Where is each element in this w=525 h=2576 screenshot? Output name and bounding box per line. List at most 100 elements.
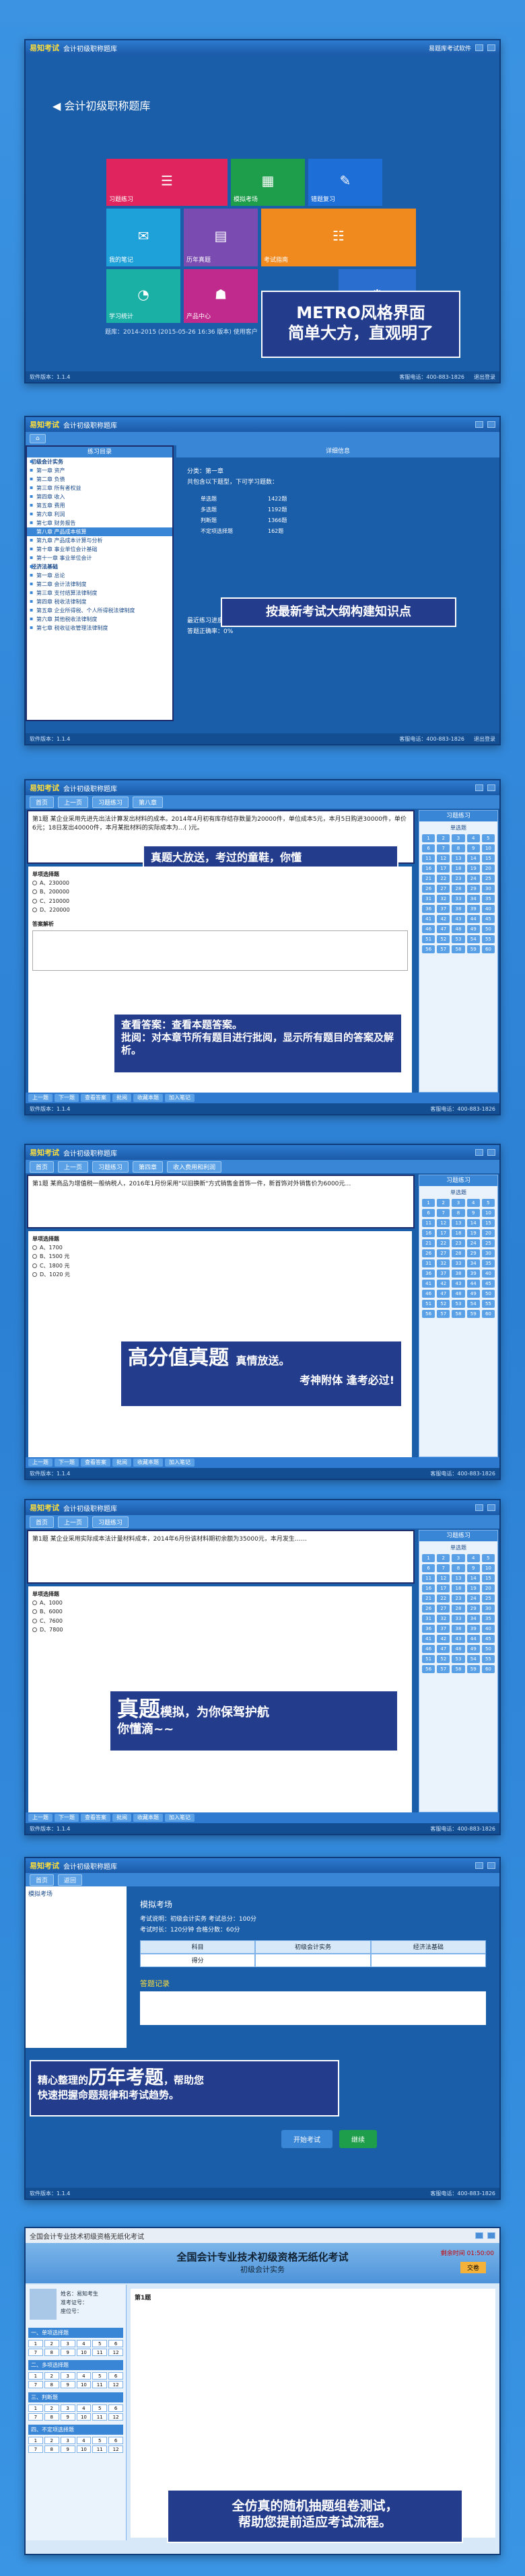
question-number[interactable]: 54 [466,935,480,943]
radio-button[interactable] [32,1600,37,1606]
submit-button[interactable]: 交卷 [460,2262,486,2273]
radio-button[interactable] [32,1245,37,1251]
radio-button[interactable] [32,881,37,886]
question-number[interactable]: 26 [422,885,435,893]
tile-4[interactable]: ✉ 我的笔记 [106,209,180,266]
question-number[interactable]: 38 [452,1625,465,1633]
question-number[interactable]: 44 [466,1280,480,1288]
home-button[interactable]: 首页 [30,1874,55,1886]
question-number[interactable]: 31 [422,1259,435,1267]
minimize-button[interactable] [475,1149,483,1156]
start-exam-button[interactable]: 开始考试 [281,2130,332,2148]
toolbar-button[interactable]: 收藏本题 [133,1814,163,1822]
question-number[interactable]: 45 [481,1280,495,1288]
option-item[interactable]: C、7600 [32,1617,408,1625]
toolbar-button[interactable]: 下一题 [55,1814,79,1822]
close-button[interactable] [487,44,495,51]
question-number[interactable]: 47 [437,1290,450,1298]
question-number[interactable]: 10 [481,844,495,852]
question-number[interactable]: 4 [466,1199,480,1207]
question-number[interactable]: 54 [466,1655,480,1663]
question-number[interactable]: 37 [437,905,450,913]
question-number[interactable]: 34 [466,1615,480,1623]
tree-item[interactable]: 第二章 会计法律制度 [27,580,172,589]
question-number[interactable]: 36 [422,1625,435,1633]
question-number[interactable]: 9 [466,844,480,852]
option-item[interactable]: A、1000 [32,1599,408,1607]
question-number[interactable]: 56 [422,1665,435,1673]
question-number[interactable]: 11 [92,2349,108,2356]
question-number[interactable]: 13 [452,1574,465,1582]
radio-button[interactable] [32,1263,37,1268]
question-number[interactable]: 58 [452,945,465,953]
question-number[interactable]: 59 [466,1665,480,1673]
question-number[interactable]: 12 [108,2445,123,2453]
question-number[interactable]: 22 [437,1239,450,1247]
question-number[interactable]: 45 [481,1635,495,1643]
question-number[interactable]: 44 [466,1635,480,1643]
question-number[interactable]: 52 [437,1655,450,1663]
question-number[interactable]: 12 [437,1574,450,1582]
question-number[interactable]: 9 [60,2413,75,2421]
question-number[interactable]: 15 [481,1219,495,1227]
section-title[interactable]: 一、单项选择题 [28,2328,123,2338]
question-number[interactable]: 7 [437,1209,450,1217]
question-number[interactable]: 6 [422,1209,435,1217]
close-button[interactable] [487,2232,495,2239]
tree-item[interactable]: 经济法基础 [27,562,172,571]
question-number[interactable]: 36 [422,1269,435,1278]
toolbar-button[interactable]: 下一题 [55,1094,79,1102]
question-number[interactable]: 60 [481,945,495,953]
toolbar-button[interactable]: 批阅 [112,1094,131,1102]
continue-button[interactable]: 继续 [339,2130,377,2148]
question-number[interactable]: 9 [60,2445,75,2453]
question-number[interactable]: 23 [452,1594,465,1603]
question-number[interactable]: 5 [92,2372,108,2380]
question-number[interactable]: 38 [452,1269,465,1278]
option-item[interactable]: A、1700 [32,1244,408,1251]
question-number[interactable]: 7 [437,844,450,852]
option-item[interactable]: D、220000 [32,906,408,914]
question-number[interactable]: 27 [437,885,450,893]
question-number[interactable]: 20 [481,864,495,873]
toolbar-button[interactable]: 下一题 [55,1459,79,1467]
question-number[interactable]: 2 [437,1199,450,1207]
tree-item[interactable]: 第七章 税收征收管理法律制度 [27,624,172,632]
question-number[interactable]: 13 [452,854,465,862]
question-number[interactable]: 12 [108,2381,123,2388]
question-number[interactable]: 22 [437,875,450,883]
question-number[interactable]: 3 [60,2372,75,2380]
question-number[interactable]: 58 [452,1310,465,1318]
option-item[interactable]: B、1500 元 [32,1253,408,1260]
question-number[interactable]: 12 [437,1219,450,1227]
tree-item[interactable]: 第三章 所有者权益 [27,484,172,492]
question-number[interactable]: 20 [481,1229,495,1237]
question-number[interactable]: 5 [481,1554,495,1562]
question-number[interactable]: 2 [437,834,450,842]
question-number[interactable]: 19 [466,864,480,873]
tree-item[interactable]: 第五章 费用 [27,501,172,510]
question-number[interactable]: 14 [466,1574,480,1582]
question-number[interactable]: 6 [108,2404,123,2412]
question-number[interactable]: 10 [76,2445,92,2453]
question-number[interactable]: 12 [108,2349,123,2356]
question-number[interactable]: 9 [60,2381,75,2388]
toolbar-button[interactable]: 查看答案 [81,1814,110,1822]
question-number[interactable]: 20 [481,1584,495,1592]
minimize-button[interactable] [475,2232,483,2239]
question-number[interactable]: 36 [422,905,435,913]
question-number[interactable]: 53 [452,1655,465,1663]
close-button[interactable] [487,1862,495,1869]
question-number[interactable]: 4 [76,2437,92,2444]
question-number[interactable]: 5 [481,1199,495,1207]
question-number[interactable]: 4 [76,2340,92,2347]
question-number[interactable]: 7 [437,1564,450,1572]
question-number[interactable]: 18 [452,864,465,873]
question-number[interactable]: 58 [452,1665,465,1673]
tile-3[interactable]: ✎ 错题复习 [308,159,382,206]
question-number[interactable]: 27 [437,1249,450,1257]
question-number[interactable]: 57 [437,1665,450,1673]
question-number[interactable]: 10 [76,2349,92,2356]
question-number[interactable]: 8 [44,2381,59,2388]
close-button[interactable] [487,1504,495,1511]
